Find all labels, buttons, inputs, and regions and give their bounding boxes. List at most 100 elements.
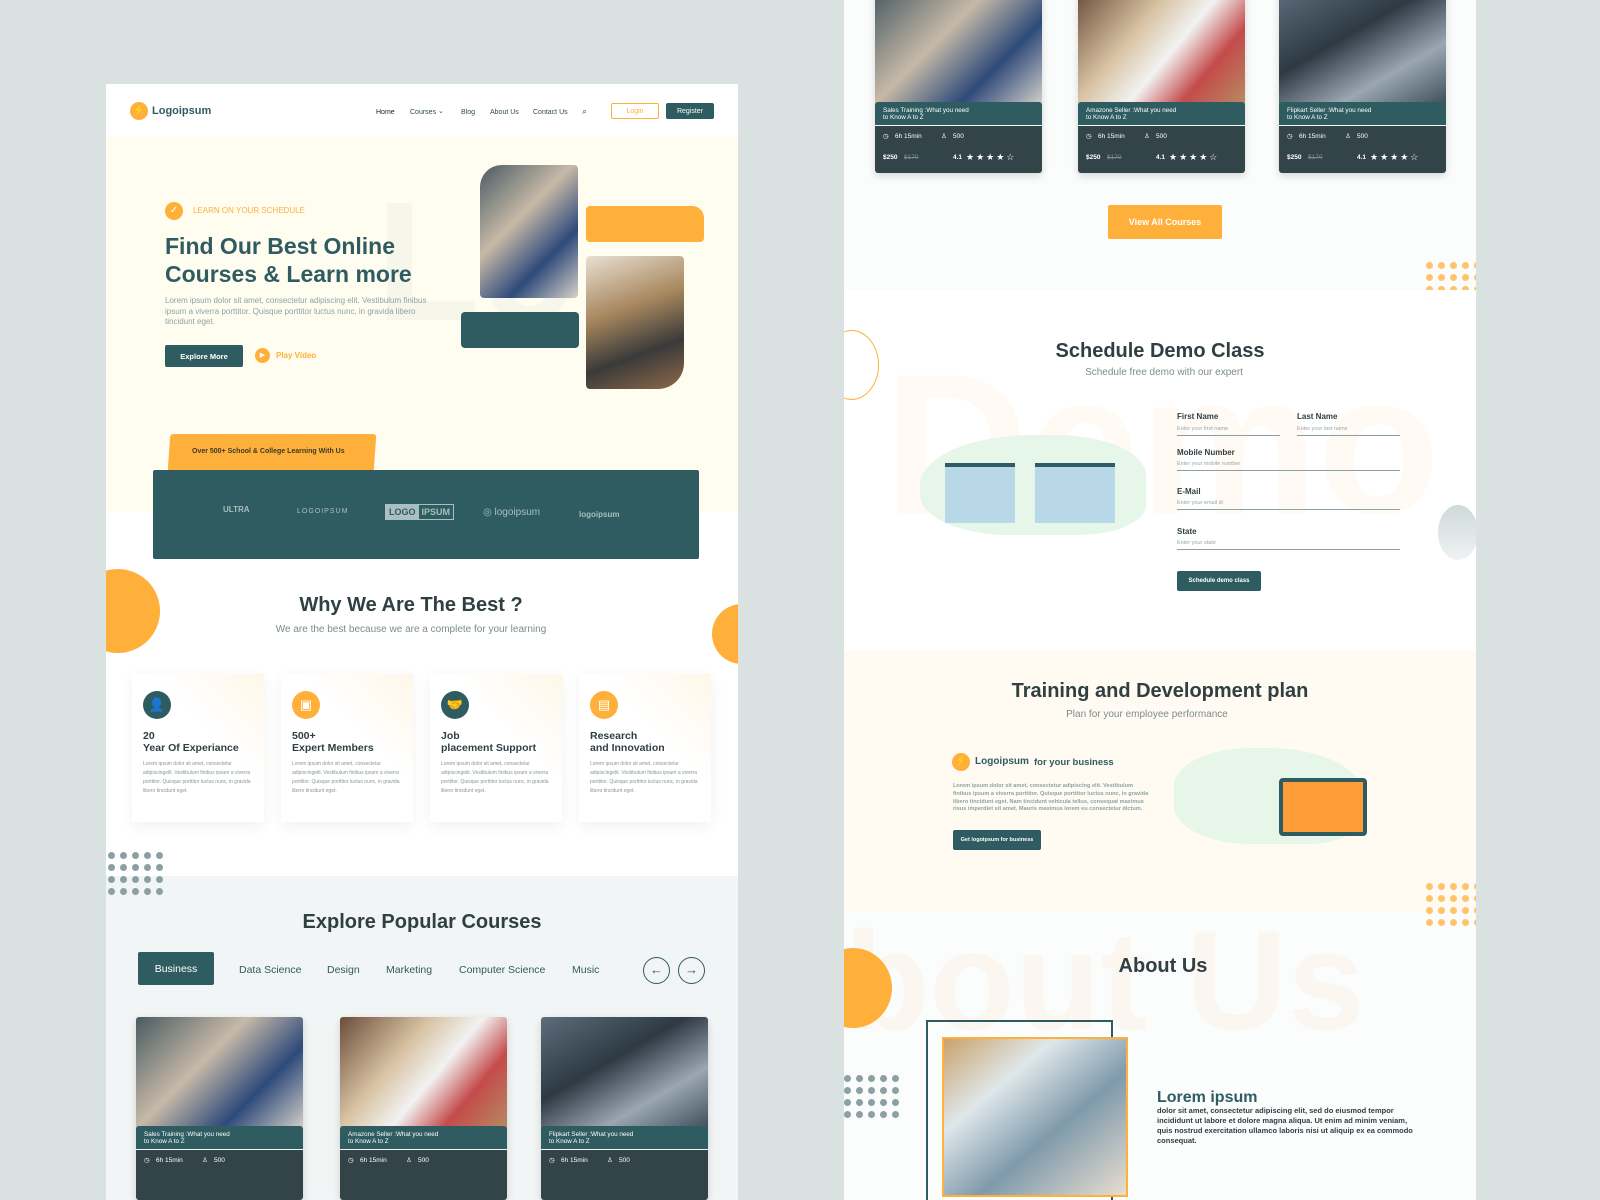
partner-logo-box: LOGO IPSUM xyxy=(385,504,455,520)
schedule-demo-button[interactable]: Schedule demo class xyxy=(1177,571,1261,591)
play-video-link[interactable]: Play Video xyxy=(276,351,316,360)
training-title: Training and Development plan xyxy=(1011,680,1309,702)
home-page-mockup: Le ⚡ Logoipsum Home Courses ⌄ Blog About… xyxy=(106,84,738,1200)
tab-marketing[interactable]: Marketing xyxy=(386,964,432,976)
tab-business[interactable]: Business xyxy=(138,952,214,985)
course-card[interactable]: Amazone Seller :What you need to Know A t… xyxy=(1078,0,1245,173)
dot xyxy=(132,888,139,895)
user-icon: ♙ xyxy=(406,1157,412,1164)
course-title[interactable]: Flipkart Seller :What you need to Know A … xyxy=(541,1126,708,1149)
email-label: E-Mail xyxy=(1177,487,1201,496)
partner-logo-box-left: LOGO xyxy=(386,505,419,519)
dot xyxy=(132,852,139,859)
course-price: $250 xyxy=(883,154,898,161)
office-illustration xyxy=(920,435,1146,535)
course-title-line1: Amazone Seller :What you need xyxy=(348,1131,439,1138)
login-button[interactable]: Login xyxy=(611,103,659,119)
course-title[interactable]: Sales Training :What you need to Know A t… xyxy=(875,102,1042,125)
course-old-price: $170 xyxy=(904,154,919,161)
nav-blog[interactable]: Blog xyxy=(461,109,475,116)
course-students: 500 xyxy=(214,1157,225,1164)
dot xyxy=(1426,907,1433,914)
presenter-icon: ▣ xyxy=(292,691,320,719)
dot xyxy=(1450,907,1457,914)
dot xyxy=(1462,907,1469,914)
feature-title: Job placement Support xyxy=(441,730,536,754)
dot xyxy=(856,1111,863,1118)
logo-text[interactable]: Logoipsum xyxy=(152,105,211,117)
register-button[interactable]: Register xyxy=(666,103,714,119)
decor-dots xyxy=(1426,883,1476,926)
feature-description: Lorem ipsum dolor sit amet, consectetur … xyxy=(292,761,400,794)
dot xyxy=(144,888,151,895)
email-input[interactable]: Enter your email id xyxy=(1177,500,1400,510)
last-name-input[interactable]: Enter your last name xyxy=(1297,426,1400,436)
dot xyxy=(1474,919,1476,926)
dot xyxy=(1438,895,1445,902)
course-price: $250 xyxy=(1086,154,1101,161)
clock-icon: ◷ xyxy=(549,1157,555,1164)
nav-contact[interactable]: Contact Us xyxy=(533,109,568,116)
first-name-input[interactable]: Enter your first name xyxy=(1177,426,1280,436)
next-arrow-icon[interactable]: → xyxy=(678,957,705,984)
course-title[interactable]: Sales Training :What you need to Know A t… xyxy=(136,1126,303,1149)
feature-stat: 500+ xyxy=(292,730,316,742)
dot xyxy=(844,1087,851,1094)
dot xyxy=(1426,919,1433,926)
training-illustration xyxy=(1174,748,1367,844)
course-card[interactable]: Sales Training :What you need to Know A t… xyxy=(136,1017,303,1200)
demo-title: Schedule Demo Class xyxy=(1055,340,1265,362)
course-photo xyxy=(875,0,1042,106)
clock-icon: ◷ xyxy=(144,1157,150,1164)
dot xyxy=(880,1099,887,1106)
tab-data-science[interactable]: Data Science xyxy=(239,964,301,976)
dot xyxy=(892,1099,899,1106)
course-card[interactable]: Flipkart Seller :What you need to Know A … xyxy=(1279,0,1446,173)
mobile-input[interactable]: Enter your mobile number xyxy=(1177,461,1400,471)
prev-arrow-icon[interactable]: ← xyxy=(643,957,670,984)
feature-stat: 20 xyxy=(143,730,155,742)
dot xyxy=(1438,883,1445,890)
course-card[interactable]: Sales Training :What you need to Know A t… xyxy=(875,0,1042,173)
dot xyxy=(868,1075,875,1082)
play-icon[interactable]: ▶ xyxy=(255,348,270,363)
course-meta: ◷ 6h 15min ♙ 500 $250 $170 4.1 ★★★★☆ xyxy=(1078,126,1245,173)
nav-courses[interactable]: Courses xyxy=(410,109,436,116)
course-title[interactable]: Amazone Seller :What you need to Know A t… xyxy=(340,1126,507,1149)
chevron-down-icon[interactable]: ⌄ xyxy=(438,107,444,115)
dot xyxy=(844,1075,851,1082)
user-icon: ♙ xyxy=(1345,133,1351,140)
dot xyxy=(1450,883,1457,890)
course-card[interactable]: Flipkart Seller :What you need to Know A … xyxy=(541,1017,708,1200)
clock-icon: ◷ xyxy=(1287,133,1293,140)
about-title: About Us xyxy=(1118,955,1208,977)
course-title[interactable]: Flipkart Seller :What you need to Know A … xyxy=(1279,102,1446,125)
course-title[interactable]: Amazone Seller :What you need to Know A t… xyxy=(1078,102,1245,125)
last-name-label: Last Name xyxy=(1297,412,1338,421)
get-business-button[interactable]: Get logoipsum for business xyxy=(953,830,1041,850)
training-description: Lorem ipsum dolor sit amet, consectetur … xyxy=(953,783,1149,813)
course-students: 500 xyxy=(953,133,964,140)
dot xyxy=(1474,274,1476,281)
dot xyxy=(108,864,115,871)
dot xyxy=(856,1075,863,1082)
tab-music[interactable]: Music xyxy=(572,964,599,976)
course-title-line1: Sales Training :What you need xyxy=(883,107,969,114)
tab-design[interactable]: Design xyxy=(327,964,360,976)
nav-about[interactable]: About Us xyxy=(490,109,519,116)
hero-title-line2: Courses & Learn more xyxy=(165,261,412,287)
tab-computer-science[interactable]: Computer Science xyxy=(459,964,545,976)
dot xyxy=(120,876,127,883)
rating-stars-icon: ★★★★☆ xyxy=(1169,152,1220,162)
nav-home[interactable]: Home xyxy=(376,109,395,116)
search-icon[interactable]: ⌕ xyxy=(582,106,587,117)
partners-tag-text: Over 500+ School & College Learning With… xyxy=(192,448,345,455)
about-body: dolor sit amet, consectetur adipiscing e… xyxy=(1157,1106,1413,1145)
feature-description: Lorem ipsum dolor sit amet, consectetur … xyxy=(143,761,251,794)
explore-more-button[interactable]: Explore More xyxy=(165,345,243,367)
state-input[interactable]: Enter your state xyxy=(1177,540,1400,550)
view-all-courses-button[interactable]: View All Courses xyxy=(1108,205,1222,239)
course-photo xyxy=(136,1017,303,1130)
course-meta: ◷ 6h 15min ♙ 500 $250 $170 4.1 ★★★★☆ xyxy=(1279,126,1446,173)
course-card[interactable]: Amazone Seller :What you need to Know A t… xyxy=(340,1017,507,1200)
